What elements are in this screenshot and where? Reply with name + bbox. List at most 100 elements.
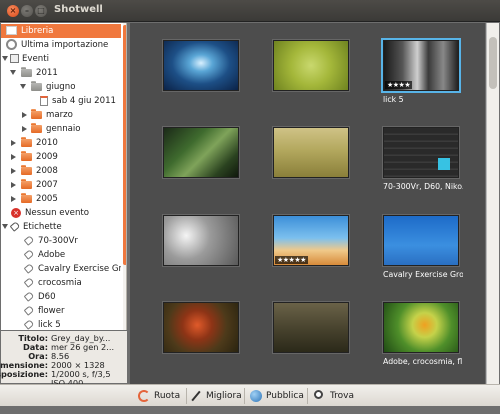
expander-right-icon[interactable] bbox=[11, 196, 16, 202]
sidebar-item-label: 2007 bbox=[36, 180, 58, 190]
photo-thumbnail[interactable] bbox=[163, 40, 239, 91]
sidebar-item-tag-flower[interactable]: flower bbox=[1, 304, 121, 318]
expander-right-icon[interactable] bbox=[11, 168, 16, 174]
rotate-button[interactable]: Ruota bbox=[138, 389, 184, 403]
sidebar-item-label: flower bbox=[38, 306, 65, 316]
sidebar-item-label: 70-300Vr bbox=[38, 236, 78, 246]
sidebar-item-giugno[interactable]: giugno bbox=[1, 80, 121, 94]
enhance-label: Migliora bbox=[206, 391, 242, 401]
window-bottom-border bbox=[0, 406, 500, 414]
sidebar-item-2011[interactable]: 2011 bbox=[1, 66, 121, 80]
photo-thumbnail[interactable] bbox=[383, 215, 459, 266]
sidebar-item-no-event[interactable]: × Nessun evento bbox=[1, 206, 121, 220]
sidebar-scrollbar-thumb[interactable] bbox=[123, 25, 126, 265]
no-event-icon: × bbox=[11, 208, 21, 218]
sidebar-item-sab-4-giu-2011[interactable]: sab 4 giu 2011 bbox=[1, 94, 121, 108]
expander-down-icon[interactable] bbox=[2, 224, 8, 229]
folder-icon bbox=[21, 165, 32, 175]
sidebar-item-label: marzo bbox=[46, 110, 73, 120]
publish-label: Pubblica bbox=[266, 391, 304, 401]
folder-icon bbox=[21, 137, 32, 147]
metadata-panel: Titolo: Grey_day_by... Data: mer 26 gen … bbox=[0, 331, 127, 388]
expander-down-icon[interactable] bbox=[20, 84, 26, 89]
rating-stars: ★★★★★ bbox=[275, 256, 308, 264]
photo-thumbnail[interactable] bbox=[383, 302, 459, 353]
maximize-window-button[interactable]: □ bbox=[35, 5, 47, 17]
photo-thumbnail[interactable] bbox=[273, 127, 349, 178]
sidebar-item-tag-70-300vr[interactable]: 70-300Vr bbox=[1, 234, 121, 248]
sidebar-item-2007[interactable]: 2007 bbox=[1, 178, 121, 192]
library-icon bbox=[6, 26, 17, 35]
sidebar-item-last-import[interactable]: Ultima importazione bbox=[1, 38, 121, 52]
folder-icon bbox=[31, 109, 42, 119]
sidebar-item-label: giugno bbox=[46, 82, 76, 92]
photo-thumbnail[interactable] bbox=[273, 40, 349, 91]
sidebar-item-tag-crocosmia[interactable]: crocosmia bbox=[1, 276, 121, 290]
sidebar-scrollbar[interactable] bbox=[123, 23, 126, 330]
find-button[interactable]: Trova bbox=[314, 389, 358, 403]
tag-icon bbox=[23, 249, 35, 260]
sidebar-item-2008[interactable]: 2008 bbox=[1, 164, 121, 178]
photo-detail bbox=[438, 158, 450, 170]
expander-right-icon[interactable] bbox=[11, 154, 16, 160]
photo-grid: ★★★★ lick 5 70-300Vr, D60, Niko... ★★★★★… bbox=[130, 23, 485, 384]
photo-thumbnail[interactable]: ★★★★★ bbox=[273, 215, 349, 266]
sidebar-item-tags[interactable]: Etichette bbox=[1, 220, 121, 234]
magnifier-icon bbox=[314, 390, 323, 399]
find-label: Trova bbox=[330, 391, 355, 401]
sidebar-item-2010[interactable]: 2010 bbox=[1, 136, 121, 150]
sidebar-item-gennaio[interactable]: gennaio bbox=[1, 122, 121, 136]
photo-thumbnail[interactable] bbox=[383, 127, 459, 178]
close-window-button[interactable]: × bbox=[7, 5, 19, 17]
sidebar-item-2005[interactable]: 2005 bbox=[1, 192, 121, 206]
sidebar-item-label: 2010 bbox=[36, 138, 58, 148]
event-icon bbox=[40, 96, 48, 106]
photo-thumbnail[interactable]: ★★★★ bbox=[383, 40, 459, 91]
sidebar-item-2009[interactable]: 2009 bbox=[1, 150, 121, 164]
expander-down-icon[interactable] bbox=[10, 70, 16, 75]
sidebar-item-library[interactable]: Libreria bbox=[1, 24, 121, 38]
calendar-icon bbox=[10, 54, 19, 63]
sidebar-item-events[interactable]: Eventi bbox=[1, 52, 121, 66]
expander-right-icon[interactable] bbox=[11, 140, 16, 146]
folder-icon bbox=[21, 193, 32, 203]
photo-grid-scrollbar[interactable] bbox=[486, 23, 499, 384]
rating-stars: ★★★★ bbox=[385, 81, 413, 89]
sidebar-item-tag-d60[interactable]: D60 bbox=[1, 290, 121, 304]
sidebar-item-marzo[interactable]: marzo bbox=[1, 108, 121, 122]
publish-button[interactable]: Pubblica bbox=[250, 389, 306, 403]
minimize-window-button[interactable]: – bbox=[21, 5, 33, 17]
sidebar-item-label: lick 5 bbox=[38, 320, 61, 330]
sidebar-item-label: D60 bbox=[38, 292, 56, 302]
photo-grid-scrollbar-thumb[interactable] bbox=[489, 37, 497, 89]
photo-caption: lick 5 bbox=[383, 95, 404, 104]
sidebar-item-label: Cavalry Exercise Grour bbox=[38, 264, 121, 274]
enhance-button[interactable]: Migliora bbox=[190, 389, 242, 403]
sidebar-item-label: Nessun evento bbox=[25, 208, 90, 218]
tag-icon bbox=[23, 235, 35, 246]
expander-down-icon[interactable] bbox=[2, 56, 8, 61]
folder-icon bbox=[21, 151, 32, 161]
expander-right-icon[interactable] bbox=[22, 126, 27, 132]
photo-thumbnail[interactable] bbox=[163, 127, 239, 178]
photo-caption: Adobe, crocosmia, fl... bbox=[383, 357, 463, 366]
tag-icon bbox=[23, 263, 35, 274]
photo-thumbnail[interactable] bbox=[273, 302, 349, 353]
folder-icon bbox=[21, 67, 32, 77]
title-bar: × – □ Shotwell bbox=[0, 0, 500, 22]
photo-thumbnail[interactable] bbox=[163, 215, 239, 266]
tag-icon bbox=[23, 277, 35, 288]
sidebar-item-tag-lick-5[interactable]: lick 5 bbox=[1, 318, 121, 330]
sidebar-item-tag-cavalry[interactable]: Cavalry Exercise Grour bbox=[1, 262, 121, 276]
toolbar-separator bbox=[307, 388, 308, 404]
sidebar-item-tag-adobe[interactable]: Adobe bbox=[1, 248, 121, 262]
tag-icon bbox=[23, 305, 35, 316]
toolbar-separator bbox=[244, 388, 245, 404]
photo-thumbnail[interactable] bbox=[163, 302, 239, 353]
tag-icon bbox=[23, 319, 35, 330]
expander-right-icon[interactable] bbox=[22, 112, 27, 118]
sidebar-item-label: Adobe bbox=[38, 250, 66, 260]
expander-right-icon[interactable] bbox=[11, 182, 16, 188]
photo-caption: 70-300Vr, D60, Niko... bbox=[383, 182, 463, 191]
folder-icon bbox=[21, 179, 32, 189]
